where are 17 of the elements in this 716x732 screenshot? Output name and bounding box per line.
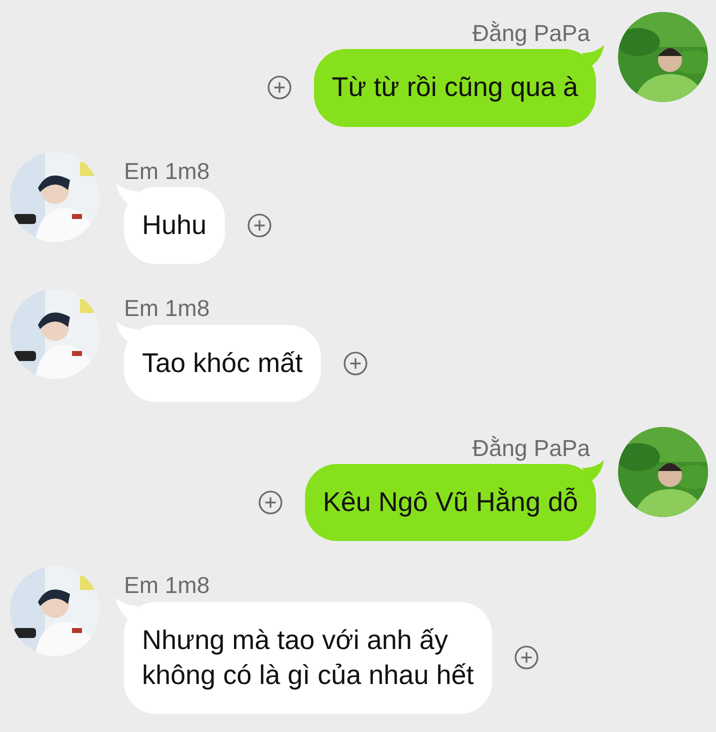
message-bubble: Tao khóc mất (124, 324, 321, 402)
message-bubble: Nhưng mà tao với anh ấy không có là gì của nhau hết (124, 602, 492, 714)
add-icon[interactable] (514, 645, 539, 670)
message-bubble: Từ từ rồi cũng qua à (314, 49, 596, 127)
message-bubble: Kêu Ngô Vũ Hằng dỗ (304, 464, 596, 542)
bubble-tail (582, 460, 604, 482)
add-icon[interactable] (266, 75, 292, 100)
bubble-tail (582, 45, 604, 68)
add-icon[interactable] (342, 350, 368, 376)
sender-name: Em 1m8 (124, 158, 210, 184)
sender-name: Em 1m8 (124, 572, 210, 599)
sender-name: Đằng PaPa (472, 20, 590, 46)
add-icon[interactable] (246, 213, 272, 238)
sender-name: Em 1m8 (124, 295, 210, 322)
add-icon[interactable] (258, 490, 283, 516)
message-bubble: Huhu (124, 186, 225, 264)
sender-name: Đằng PaPa (472, 434, 590, 462)
